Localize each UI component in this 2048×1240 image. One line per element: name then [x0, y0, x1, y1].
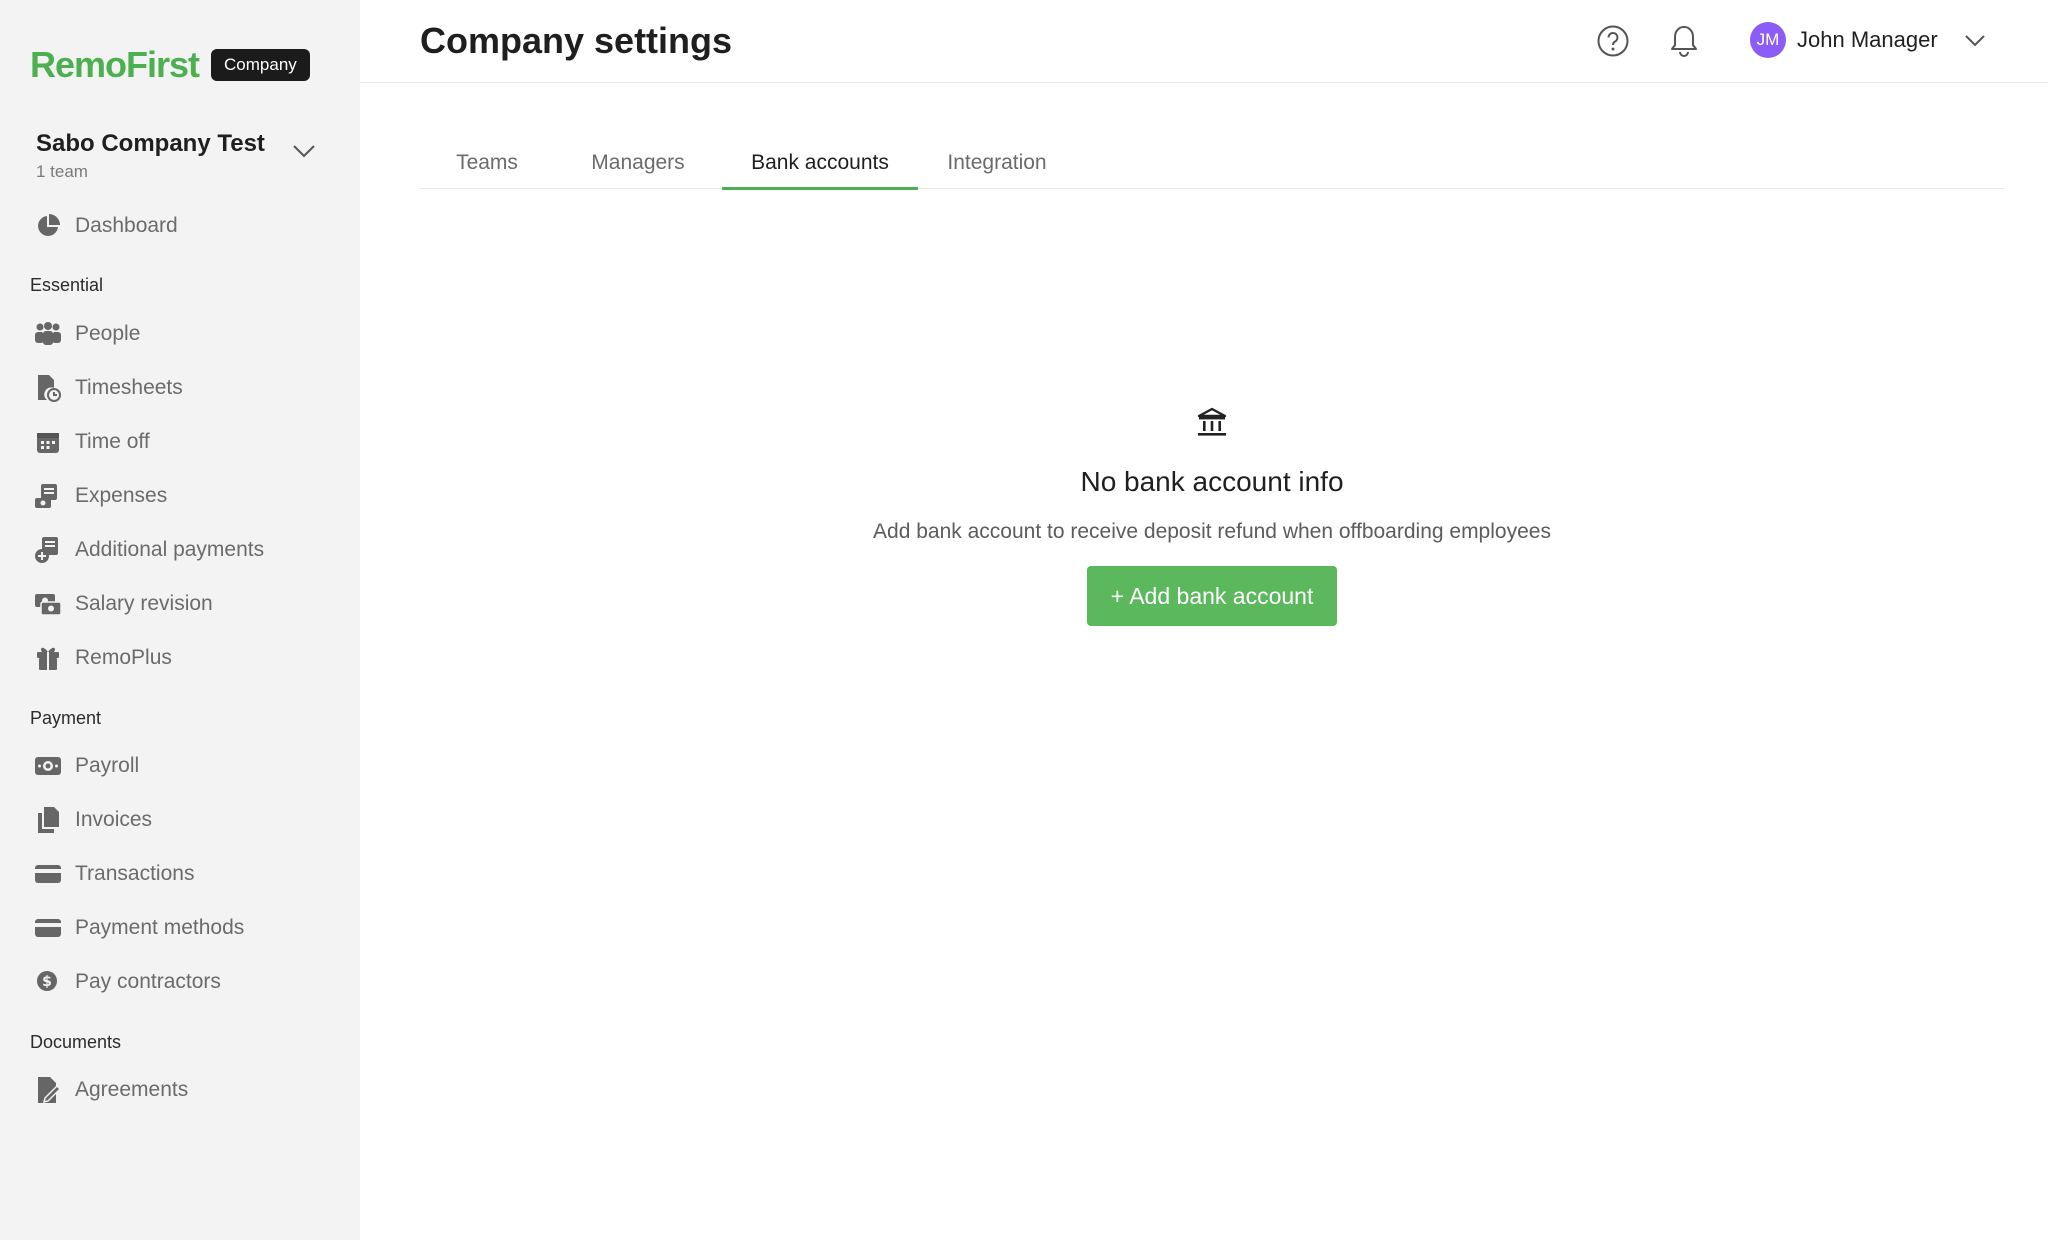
- app-root: RemoFirst Company Sabo Company Test 1 te…: [0, 0, 2048, 1240]
- sidebar-item-payment-methods[interactable]: Payment methods: [34, 908, 244, 948]
- help-icon[interactable]: [1596, 24, 1630, 58]
- bank-icon: [1197, 407, 1227, 436]
- sidebar-item-payroll[interactable]: Payroll: [34, 746, 139, 786]
- sidebar: RemoFirst Company Sabo Company Test 1 te…: [0, 0, 360, 1240]
- empty-state: No bank account info Add bank account to…: [420, 405, 2004, 626]
- svg-text:$: $: [42, 974, 52, 990]
- company-team-count: 1 team: [36, 162, 88, 181]
- empty-state-title: No bank account info: [1080, 466, 1344, 497]
- timesheet-icon: [34, 374, 62, 402]
- sidebar-item-pay-contractors[interactable]: $ Pay contractors: [34, 962, 221, 1002]
- gift-icon: [34, 644, 62, 672]
- sidebar-item-label: Invoices: [75, 808, 153, 831]
- sidebar-item-label: Additional payments: [75, 538, 265, 561]
- empty-state-description: Add bank account to receive deposit refu…: [873, 520, 1551, 543]
- section-essential: Essential: [30, 275, 104, 295]
- sidebar-item-timesheets[interactable]: Timesheets: [34, 368, 183, 408]
- sidebar-item-label: Pay contractors: [75, 970, 221, 993]
- credit-card-icon: [34, 914, 62, 942]
- add-bank-account-button[interactable]: + Add bank account: [1086, 566, 1338, 626]
- sidebar-item-label: Time off: [75, 430, 150, 453]
- section-payment: Payment: [30, 708, 102, 728]
- sidebar-item-label: Timesheets: [75, 376, 183, 399]
- document-sign-icon: [34, 1076, 62, 1104]
- user-menu[interactable]: JM John Manager: [1750, 22, 1986, 58]
- sidebar-item-label: Salary revision: [75, 592, 213, 615]
- brand-badge: Company: [211, 49, 310, 81]
- salary-revision-icon: [34, 590, 62, 618]
- avatar: JM: [1750, 22, 1786, 58]
- sidebar-item-expenses[interactable]: Expenses: [34, 476, 167, 516]
- documents-icon: [34, 806, 62, 834]
- page-title: Company settings: [420, 20, 733, 61]
- top-header: Company settings JM John Manager: [360, 0, 2048, 83]
- sidebar-item-agreements[interactable]: Agreements: [34, 1070, 188, 1110]
- sidebar-item-label: Dashboard: [75, 214, 178, 237]
- company-switcher[interactable]: Sabo Company Test 1 team: [36, 130, 316, 182]
- user-name: John Manager: [1797, 27, 1938, 52]
- sidebar-item-label: People: [75, 322, 141, 345]
- sidebar-item-people[interactable]: People: [34, 314, 140, 354]
- settings-tabs: Teams Managers Bank accounts Integration: [420, 136, 2004, 190]
- tab-teams[interactable]: Teams: [420, 136, 554, 189]
- people-icon: [34, 320, 62, 348]
- dollar-coin-icon: $: [34, 968, 62, 996]
- chevron-down-icon: [1964, 34, 1985, 46]
- cash-icon: [34, 752, 62, 780]
- sidebar-item-time-off[interactable]: Time off: [34, 422, 150, 462]
- pie-chart-icon: [34, 212, 62, 240]
- sidebar-item-label: Expenses: [75, 484, 168, 507]
- section-documents: Documents: [30, 1032, 122, 1052]
- receipt-icon: [34, 482, 62, 510]
- sidebar-item-salary-revision[interactable]: Salary revision: [34, 584, 213, 624]
- sidebar-item-label: Payroll: [75, 754, 140, 777]
- brand[interactable]: RemoFirst Company: [30, 44, 310, 86]
- sidebar-item-remoplus[interactable]: RemoPlus: [34, 638, 172, 678]
- chevron-down-icon: [293, 145, 315, 158]
- sidebar-item-invoices[interactable]: Invoices: [34, 800, 152, 840]
- sidebar-item-label: Transactions: [75, 862, 195, 885]
- brand-logo: RemoFirst: [30, 44, 200, 85]
- tab-managers[interactable]: Managers: [554, 136, 722, 189]
- credit-card-icon: [34, 860, 62, 888]
- sidebar-item-label: Agreements: [75, 1078, 189, 1101]
- sidebar-item-transactions[interactable]: Transactions: [34, 854, 194, 894]
- notification-bell-icon[interactable]: [1668, 24, 1700, 58]
- sidebar-item-label: RemoPlus: [75, 646, 172, 669]
- sidebar-item-dashboard[interactable]: Dashboard: [34, 206, 178, 246]
- sidebar-item-additional-payments[interactable]: Additional payments: [34, 530, 264, 570]
- company-name: Sabo Company Test: [36, 130, 265, 157]
- tab-bank-accounts[interactable]: Bank accounts: [722, 136, 918, 190]
- payment-add-icon: [34, 536, 62, 564]
- sidebar-item-label: Payment methods: [75, 916, 245, 939]
- tab-integration[interactable]: Integration: [918, 136, 1076, 189]
- calendar-icon: [34, 428, 62, 456]
